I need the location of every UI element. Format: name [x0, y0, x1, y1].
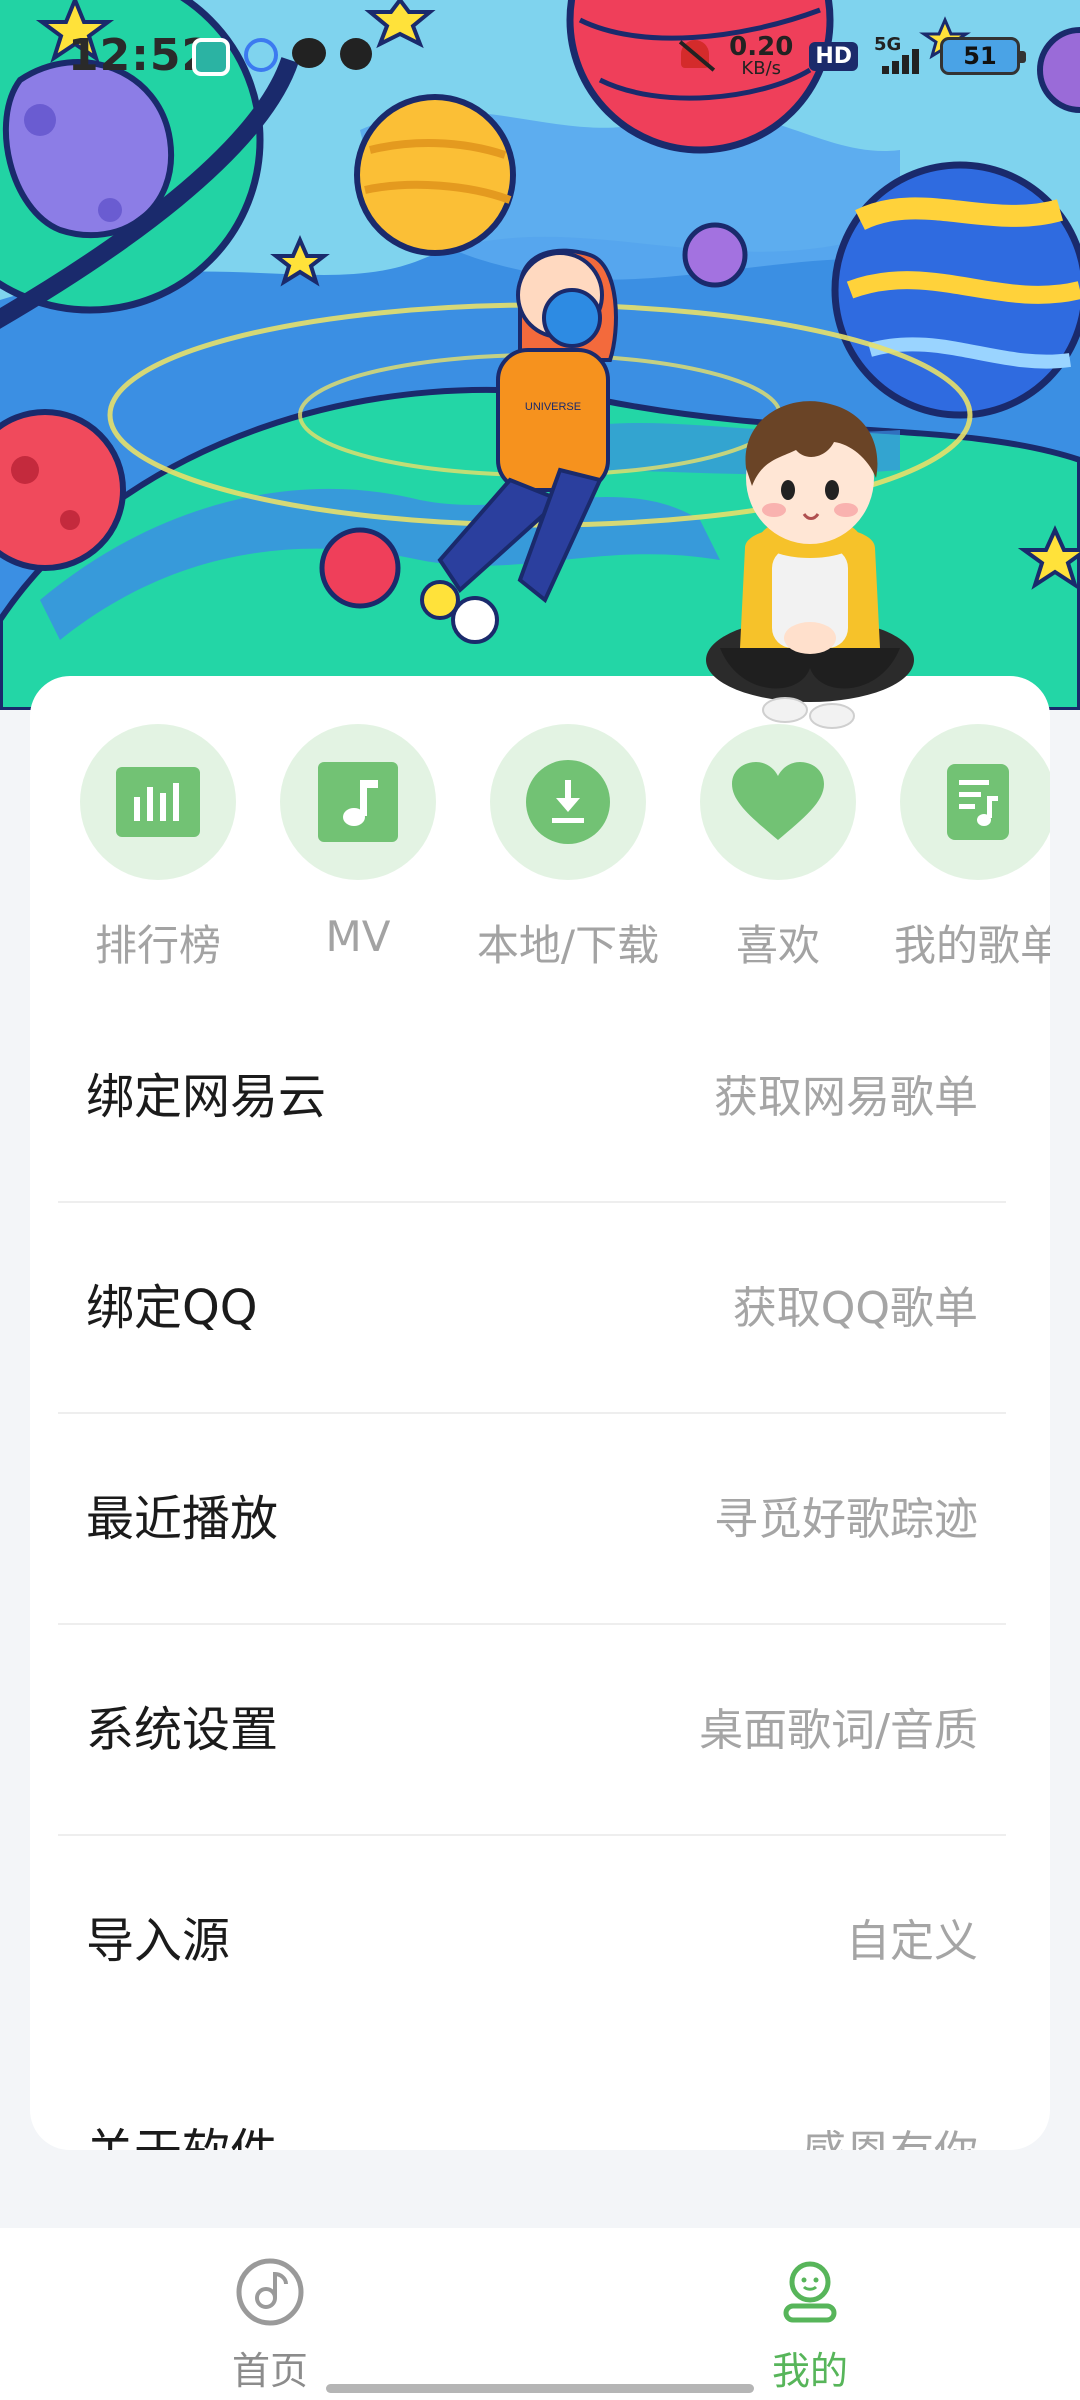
menu-item-recently-played[interactable]: 最近播放 寻觅好歌踪迹 [58, 1414, 1006, 1625]
quick-actions: 排行榜 MV 本地/下载 喜欢 我的歌单 [30, 724, 1050, 970]
signal-icon: 5G [874, 34, 924, 74]
quick-action-mv[interactable]: MV [258, 724, 458, 964]
menu-item-title: 绑定QQ [86, 1280, 258, 1336]
menu-item-subtitle: 自定义 [846, 1916, 978, 1967]
menu-item-bind-qq[interactable]: 绑定QQ 获取QQ歌单 [58, 1203, 1006, 1414]
user-profile-icon [783, 2261, 837, 2323]
bottom-navigation: 首页 我的 [0, 2228, 1080, 2400]
svg-text:UNIVERSE: UNIVERSE [525, 401, 581, 413]
menu-item-subtitle: 感恩有你 [802, 2047, 978, 2150]
quick-action-icon-circle [900, 724, 1050, 880]
menu-item-subtitle: 获取QQ歌单 [732, 1283, 978, 1334]
network-speed-unit: KB/s [741, 58, 782, 79]
menu-item-title: 绑定网易云 [86, 1069, 327, 1125]
quick-action-label: 我的歌单 [893, 921, 1050, 970]
app-icon-3 [292, 38, 326, 68]
menu-item-subtitle: 桌面歌词/音质 [699, 1705, 978, 1756]
status-app-icons [192, 38, 372, 76]
menu-item-title: 最近播放 [86, 1491, 279, 1547]
home-indicator-bar[interactable] [326, 2384, 754, 2393]
bell-muted-icon [677, 36, 716, 76]
heart-icon [732, 762, 824, 840]
quick-action-icon-circle [490, 724, 646, 880]
hd-badge: HD [809, 41, 858, 71]
app-icon-1 [192, 38, 230, 76]
menu-item-bind-netease[interactable]: 绑定网易云 获取网易歌单 [58, 992, 1006, 1203]
app-icon-2 [244, 38, 278, 72]
menu-item-title: 关于软件 [86, 2047, 278, 2150]
menu-item-title: 系统设置 [86, 1702, 279, 1758]
nav-tab-mine[interactable]: 我的 [660, 2228, 960, 2400]
status-indicators: 0.20 KB/s HD 5G 51 [677, 34, 1026, 78]
network-speed: 0.20 KB/s [729, 34, 793, 78]
quick-action-icon-circle [80, 724, 236, 880]
menu-item-system-settings[interactable]: 系统设置 桌面歌词/音质 [58, 1625, 1006, 1836]
menu-item-title: 导入源 [86, 1913, 231, 1969]
menu-item-subtitle: 寻觅好歌踪迹 [714, 1494, 978, 1545]
playlist-icon [947, 764, 1009, 840]
music-note-icon [318, 762, 398, 842]
network-speed-value: 0.20 [729, 32, 794, 62]
quick-action-my-playlists[interactable]: 我的歌单 [878, 724, 1050, 970]
battery-level: 51 [963, 42, 997, 70]
menu-item-import-source[interactable]: 导入源 自定义 [58, 1836, 1006, 2047]
status-bar: 12:52 0.20 KB/s HD 5G 51 [0, 0, 1080, 110]
signal-label: 5G [874, 34, 902, 55]
quick-action-local-download[interactable]: 本地/下载 [468, 724, 668, 970]
chart-bars-icon [116, 767, 200, 837]
settings-menu-list: 绑定网易云 获取网易歌单 绑定QQ 获取QQ歌单 最近播放 寻觅好歌踪迹 系统设… [58, 992, 1006, 2150]
sitting-boy-illustration [706, 401, 914, 729]
app-icon-4 [340, 38, 372, 70]
battery-icon: 51 [940, 37, 1026, 75]
music-disc-icon [236, 2258, 304, 2326]
main-card: 排行榜 MV 本地/下载 喜欢 我的歌单 绑定网易云 获取网易歌单 绑定QQ 获… [30, 676, 1050, 2150]
quick-action-icon-circle [280, 724, 436, 880]
download-icon [526, 760, 610, 844]
nav-tab-home[interactable]: 首页 [120, 2228, 420, 2400]
menu-item-about[interactable]: 关于软件 感恩有你 [58, 2047, 1006, 2150]
menu-item-subtitle: 获取网易歌单 [714, 1072, 978, 1123]
mascot-character [700, 398, 920, 748]
